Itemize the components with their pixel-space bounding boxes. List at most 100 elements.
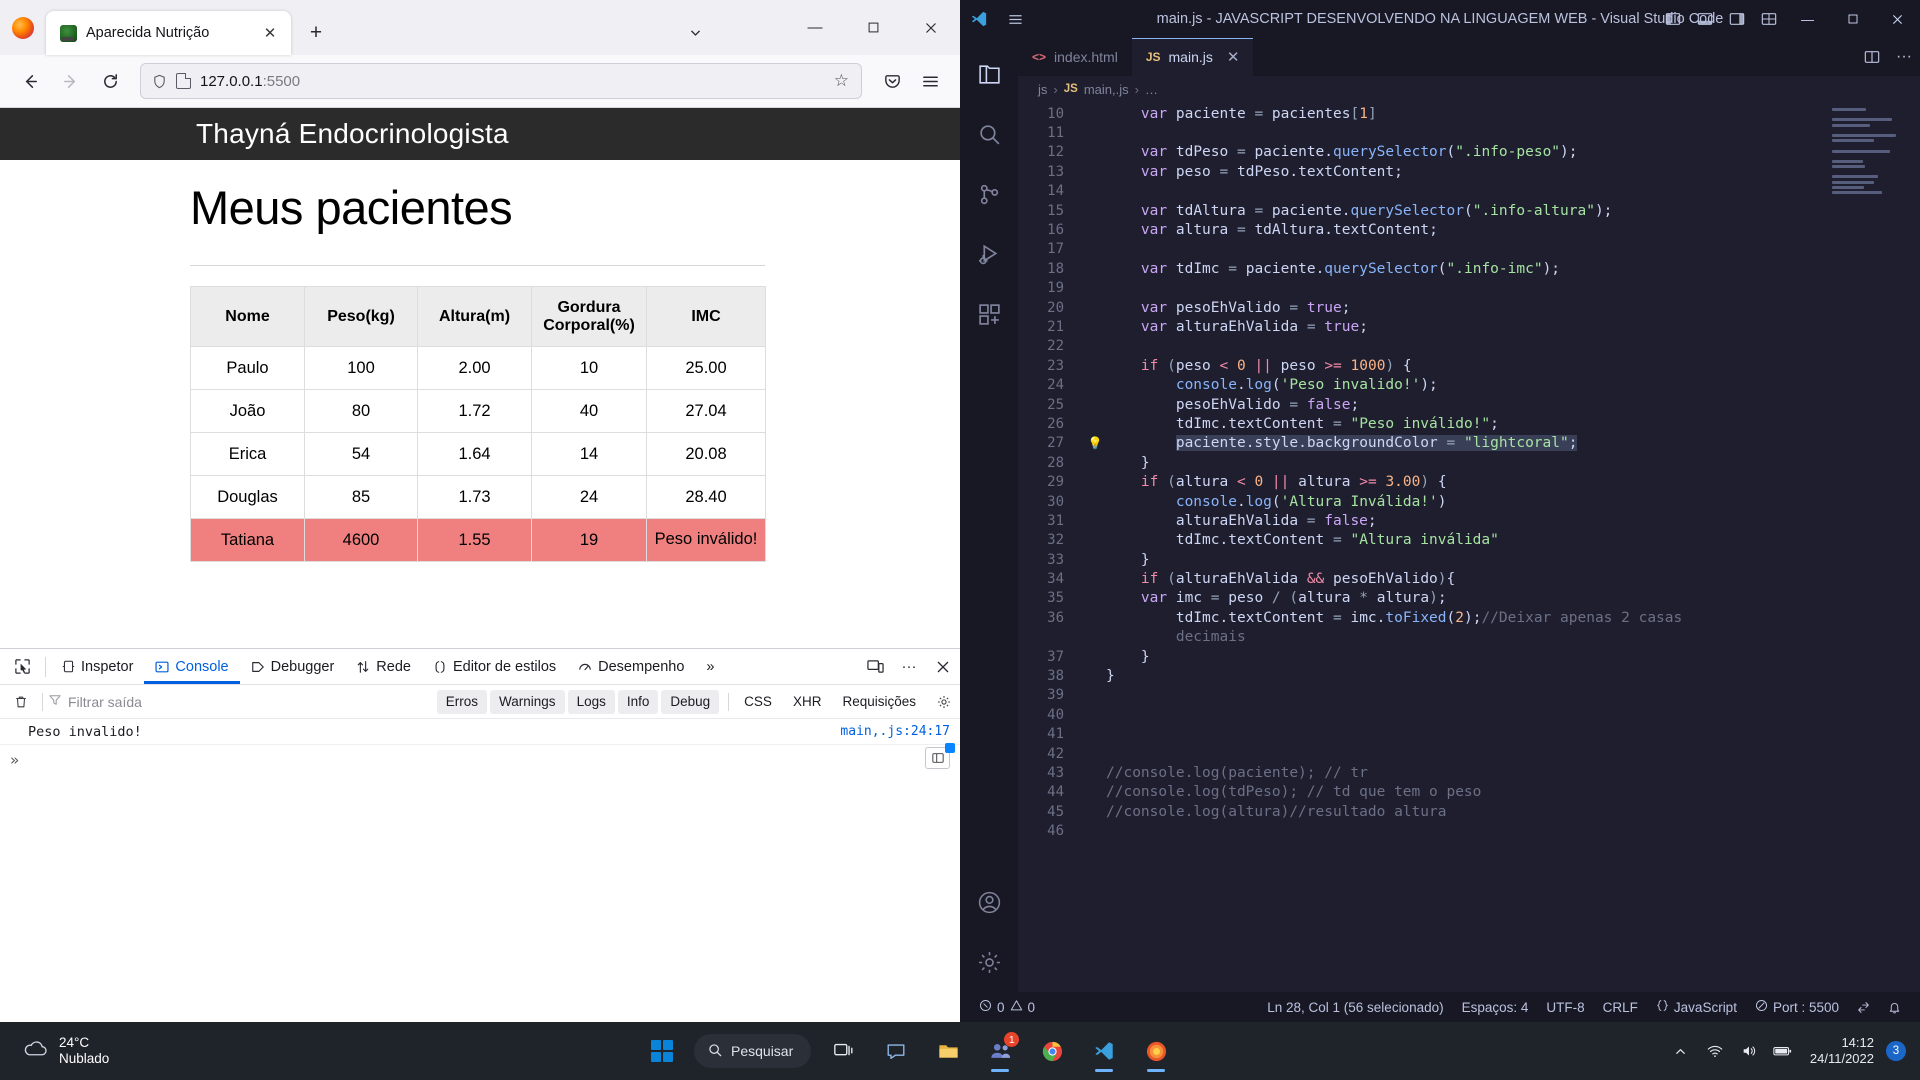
lightbulb-icon[interactable]: 💡 — [1084, 436, 1106, 450]
back-icon[interactable] — [12, 63, 48, 99]
code-line[interactable]: 33 } — [1018, 550, 1920, 569]
code-line[interactable]: 22 — [1018, 337, 1920, 356]
filter-chip-xhr[interactable]: XHR — [784, 690, 831, 714]
code-line[interactable]: 18 var tdImc = paciente.querySelector(".… — [1018, 259, 1920, 278]
more-tabs-button[interactable]: » — [695, 649, 725, 684]
close-devtools-icon[interactable] — [926, 651, 960, 683]
code-line[interactable]: 20 var pesoEhValido = true; — [1018, 298, 1920, 317]
console-log-source-link[interactable]: main,.js:24:17 — [840, 724, 950, 739]
run-debug-icon[interactable] — [960, 224, 1018, 284]
tab-debugger[interactable]: Debugger — [240, 649, 346, 684]
tab-main-js[interactable]: JS main.js ✕ — [1131, 38, 1254, 76]
encoding-status[interactable]: UTF-8 — [1537, 992, 1593, 1022]
code-line[interactable]: 41 — [1018, 725, 1920, 744]
code-line[interactable]: 23 if (peso < 0 || peso >= 1000) { — [1018, 356, 1920, 375]
filter-chip-warnings[interactable]: Warnings — [490, 689, 565, 714]
windows-start-icon[interactable] — [640, 1029, 684, 1073]
explorer-icon[interactable] — [960, 44, 1018, 104]
code-line[interactable]: 10 var paciente = pacientes[1] — [1018, 104, 1920, 123]
list-all-tabs-icon[interactable] — [680, 17, 710, 47]
code-line[interactable]: 26 tdImc.textContent = "Peso inválido!"; — [1018, 414, 1920, 433]
problems-status[interactable]: 0 0 — [970, 992, 1044, 1022]
address-bar[interactable]: 127.0.0.1:5500 ☆ — [140, 63, 862, 99]
eol-status[interactable]: CRLF — [1594, 992, 1647, 1022]
settings-gear-icon[interactable] — [960, 932, 1018, 992]
minimize-button[interactable]: — — [786, 0, 844, 55]
element-picker-icon[interactable] — [4, 651, 40, 683]
search-icon[interactable] — [960, 104, 1018, 164]
breadcrumb-file[interactable]: main,.js — [1084, 82, 1129, 97]
firefox-icon[interactable] — [1133, 1028, 1179, 1074]
gear-icon[interactable] — [928, 688, 960, 716]
vscode-icon[interactable] — [1081, 1028, 1127, 1074]
code-line[interactable]: 17 — [1018, 240, 1920, 259]
console-log-row[interactable]: Peso invalido! main,.js:24:17 — [0, 719, 960, 745]
new-tab-button[interactable]: + — [299, 16, 333, 50]
code-line[interactable]: 38} — [1018, 666, 1920, 685]
teams-icon[interactable]: 1 — [977, 1028, 1023, 1074]
minimap[interactable] — [1832, 108, 1906, 194]
menu-icon[interactable] — [998, 12, 1032, 27]
extensions-icon[interactable] — [960, 284, 1018, 344]
cursor-position[interactable]: Ln 28, Col 1 (56 selecionado) — [1258, 992, 1452, 1022]
close-icon[interactable]: ✕ — [259, 22, 281, 44]
bookmark-star-icon[interactable]: ☆ — [834, 71, 851, 91]
split-console-icon[interactable] — [925, 743, 955, 769]
reload-icon[interactable] — [92, 63, 128, 99]
filter-input[interactable]: Filtrar saída — [49, 694, 437, 710]
filter-chip-logs[interactable]: Logs — [567, 689, 615, 714]
chat-teams-icon[interactable] — [873, 1028, 919, 1074]
panel-right-icon[interactable] — [1721, 0, 1753, 38]
tab-console[interactable]: Console — [144, 649, 239, 684]
code-line[interactable]: 42 — [1018, 744, 1920, 763]
account-icon[interactable] — [960, 872, 1018, 932]
responsive-design-icon[interactable] — [858, 651, 892, 683]
breadcrumb-symbol[interactable]: … — [1145, 82, 1158, 97]
source-control-icon[interactable] — [960, 164, 1018, 224]
taskbar-search[interactable]: Pesquisar — [694, 1034, 812, 1068]
layout-grid-icon[interactable] — [1753, 0, 1785, 38]
vscode-minimize-button[interactable]: — — [1785, 0, 1830, 38]
code-line[interactable]: 27 💡 paciente.style.backgroundColor = "li… — [1018, 434, 1920, 453]
language-mode-status[interactable]: JavaScript — [1647, 992, 1746, 1022]
code-line[interactable]: 13 var peso = tdPeso.textContent; — [1018, 162, 1920, 181]
tab-index-html[interactable]: <> index.html — [1018, 38, 1132, 76]
app-menu-icon[interactable] — [912, 63, 948, 99]
wifi-icon[interactable] — [1700, 1031, 1730, 1071]
code-line[interactable]: 43 //console.log(paciente); // tr — [1018, 763, 1920, 782]
code-line[interactable]: 25 pesoEhValido = false; — [1018, 395, 1920, 414]
tab-inspetor[interactable]: Inspetor — [51, 649, 144, 684]
bell-icon[interactable] — [1879, 992, 1910, 1022]
maximize-button[interactable] — [844, 0, 902, 55]
tab-desempenho[interactable]: Desempenho — [567, 649, 695, 684]
code-line[interactable]: 46 — [1018, 821, 1920, 840]
pocket-icon[interactable] — [874, 63, 910, 99]
code-line[interactable]: 24 console.log('Peso invalido!'); — [1018, 375, 1920, 394]
code-line[interactable]: 12 var tdPeso = paciente.querySelector("… — [1018, 143, 1920, 162]
tab-rede[interactable]: Rede — [345, 649, 422, 684]
task-view-icon[interactable] — [821, 1028, 867, 1074]
tab-editor-de-estilos[interactable]: Editor de estilos — [422, 649, 567, 684]
devtools-meatball-menu[interactable]: ··· — [892, 651, 926, 683]
filter-chip-css[interactable]: CSS — [735, 690, 781, 714]
trash-icon[interactable] — [6, 688, 36, 716]
code-line[interactable]: 16 var altura = tdAltura.textContent; — [1018, 220, 1920, 239]
code-line[interactable]: 45 //console.log(altura)//resultado altur… — [1018, 802, 1920, 821]
split-editor-icon[interactable] — [1856, 38, 1888, 76]
filter-chip-erros[interactable]: Erros — [436, 689, 488, 714]
filter-chip-debug[interactable]: Debug — [661, 689, 720, 714]
code-line[interactable]: 14 — [1018, 182, 1920, 201]
code-line[interactable]: 28 } — [1018, 453, 1920, 472]
close-window-button[interactable] — [902, 0, 960, 55]
code-line[interactable]: 15 var tdAltura = paciente.querySelector… — [1018, 201, 1920, 220]
filter-chip-requisicoes[interactable]: Requisições — [833, 690, 925, 714]
code-editor[interactable]: 10 var paciente = pacientes[1] 11 12 var t… — [1018, 102, 1920, 992]
code-line[interactable]: 30 console.log('Altura Inválida!') — [1018, 492, 1920, 511]
console-input-prompt[interactable]: » — [0, 743, 960, 775]
code-line[interactable]: 40 — [1018, 705, 1920, 724]
code-line[interactable]: 39 — [1018, 686, 1920, 705]
code-line[interactable]: 36 tdImc.textContent = imc.toFixed(2);//… — [1018, 608, 1920, 627]
breadcrumb-folder[interactable]: js — [1038, 82, 1047, 97]
vscode-close-button[interactable] — [1875, 0, 1920, 38]
panel-left-icon[interactable] — [1657, 0, 1689, 38]
